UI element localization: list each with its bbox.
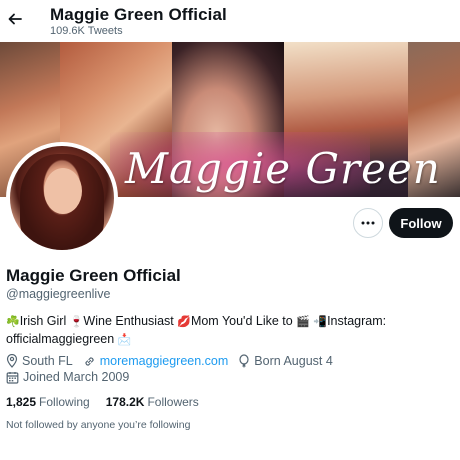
birthday-text: Born August 4: [254, 354, 333, 368]
link-icon: [85, 356, 94, 366]
location-item: South FL: [6, 354, 73, 368]
followers-label: Followers: [147, 395, 199, 409]
birthday-item: Born August 4: [238, 354, 333, 368]
website-item[interactable]: moremaggiegreen.com: [83, 354, 229, 368]
banner-script-text: Maggie Green: [125, 144, 441, 193]
avatar[interactable]: [6, 142, 118, 254]
profile-name: Maggie Green Official: [6, 266, 181, 285]
kiss-lips-icon: 💋: [177, 316, 191, 328]
tweet-count: 109.6K Tweets: [50, 25, 123, 37]
website-link[interactable]: moremaggiegreen.com: [100, 354, 229, 368]
social-context: Not followed by anyone you’re following: [6, 419, 191, 431]
location-text: South FL: [22, 354, 73, 368]
bio-text: Instagram:: [327, 314, 387, 328]
joined-item: Joined March 2009: [6, 370, 129, 384]
calendar-icon: [6, 371, 19, 384]
shamrock-icon: ☘️: [6, 316, 20, 328]
followers-stat[interactable]: 178.2K Followers: [106, 395, 199, 409]
header-title: Maggie Green Official: [50, 5, 227, 24]
balloon-icon: [239, 354, 249, 368]
bio-text: Irish Girl: [19, 314, 67, 328]
avatar-face: [44, 168, 82, 214]
profile-header: Maggie Green Official 109.6K Tweets: [0, 0, 460, 42]
bio-text: Mom You'd Like to: [190, 314, 293, 328]
mobile-phone-icon: 📲: [313, 316, 328, 328]
more-icon: [361, 221, 375, 225]
following-stat[interactable]: 1,825 Following: [6, 395, 90, 409]
joined-text: Joined March 2009: [23, 370, 130, 384]
bio-text: officialmaggiegreen: [6, 332, 115, 346]
follow-button[interactable]: Follow: [389, 208, 453, 238]
following-label: Following: [39, 395, 90, 409]
followers-count: 178.2K: [105, 395, 145, 409]
back-button[interactable]: [4, 8, 26, 30]
profile-meta: South FL moremaggiegreen.com Born August…: [6, 354, 343, 368]
clapperboard-icon: 🎬: [296, 316, 310, 328]
profile-meta-joined: Joined March 2009: [6, 370, 139, 384]
location-icon: [6, 354, 18, 368]
profile-handle: @maggiegreenlive: [6, 287, 111, 301]
more-button[interactable]: [353, 208, 383, 238]
following-count: 1,825: [6, 395, 37, 409]
profile-bio: ☘️Irish Girl 🍷Wine Enthusiast 💋Mom You'd…: [6, 313, 446, 349]
inbox-icon: 📩: [117, 334, 132, 346]
wine-glass-icon: 🍷: [69, 316, 84, 328]
bio-text: Wine Enthusiast: [83, 314, 174, 328]
back-arrow-icon: [8, 13, 22, 25]
follow-stats: 1,825 Following 178.2K Followers: [6, 395, 215, 409]
